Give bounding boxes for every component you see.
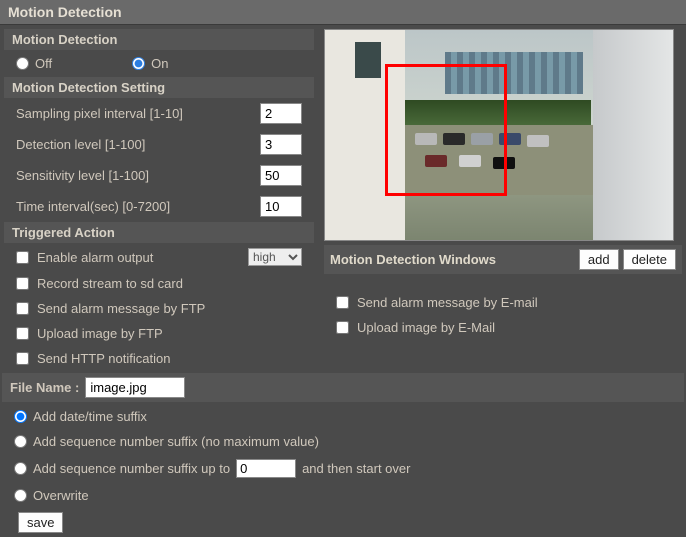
suffix-datetime-label: Add date/time suffix — [33, 409, 147, 424]
suffix-seq-nomax-label: Add sequence number suffix (no maximum v… — [33, 434, 319, 449]
suffix-seq-max-pre: Add sequence number suffix up to — [33, 461, 230, 476]
page-title: Motion Detection — [0, 0, 686, 25]
alarm-level-select[interactable]: high — [248, 248, 302, 266]
save-button[interactable]: save — [18, 512, 63, 533]
detection-input[interactable] — [260, 134, 302, 155]
record-sd-checkbox[interactable] — [16, 277, 29, 290]
sensitivity-input[interactable] — [260, 165, 302, 186]
delete-window-button[interactable]: delete — [623, 249, 676, 270]
upload-ftp-checkbox[interactable] — [16, 327, 29, 340]
settings-heading: Motion Detection Setting — [4, 77, 314, 98]
sampling-input[interactable] — [260, 103, 302, 124]
triggered-heading: Triggered Action — [4, 222, 314, 243]
suffix-seq-max-input[interactable] — [236, 459, 296, 478]
detection-window[interactable] — [385, 64, 507, 196]
time-input[interactable] — [260, 196, 302, 217]
send-email-label: Send alarm message by E-mail — [357, 295, 538, 310]
filename-input[interactable] — [85, 377, 185, 398]
suffix-seq-nomax-radio[interactable] — [14, 435, 27, 448]
preview-building-right — [593, 30, 673, 241]
suffix-seq-max-post: and then start over — [302, 461, 410, 476]
preview-title: Motion Detection Windows — [330, 252, 575, 267]
add-window-button[interactable]: add — [579, 249, 619, 270]
motion-detection-heading: Motion Detection — [4, 29, 314, 50]
sensitivity-label: Sensitivity level [1-100] — [16, 168, 260, 183]
upload-email-checkbox[interactable] — [336, 321, 349, 334]
time-label: Time interval(sec) [0-7200] — [16, 199, 260, 214]
filename-label: File Name : — [10, 380, 79, 395]
upload-email-label: Upload image by E-Mail — [357, 320, 495, 335]
motion-on-radio[interactable] — [132, 57, 145, 70]
send-http-checkbox[interactable] — [16, 352, 29, 365]
suffix-overwrite-radio[interactable] — [14, 489, 27, 502]
enable-alarm-checkbox[interactable] — [16, 251, 29, 264]
enable-alarm-label: Enable alarm output — [37, 250, 153, 265]
suffix-seq-max-radio[interactable] — [14, 462, 27, 475]
sampling-label: Sampling pixel interval [1-10] — [16, 106, 260, 121]
upload-ftp-label: Upload image by FTP — [37, 326, 163, 341]
record-sd-label: Record stream to sd card — [37, 276, 183, 291]
camera-preview[interactable] — [324, 29, 674, 241]
send-http-label: Send HTTP notification — [37, 351, 170, 366]
motion-off-radio[interactable] — [16, 57, 29, 70]
send-ftp-label: Send alarm message by FTP — [37, 301, 205, 316]
motion-on-option[interactable]: On — [132, 56, 168, 71]
motion-on-label: On — [151, 56, 168, 71]
motion-off-label: Off — [35, 56, 52, 71]
suffix-overwrite-label: Overwrite — [33, 488, 89, 503]
suffix-datetime-radio[interactable] — [14, 410, 27, 423]
motion-off-option[interactable]: Off — [16, 56, 52, 71]
send-email-checkbox[interactable] — [336, 296, 349, 309]
send-ftp-checkbox[interactable] — [16, 302, 29, 315]
detection-label: Detection level [1-100] — [16, 137, 260, 152]
